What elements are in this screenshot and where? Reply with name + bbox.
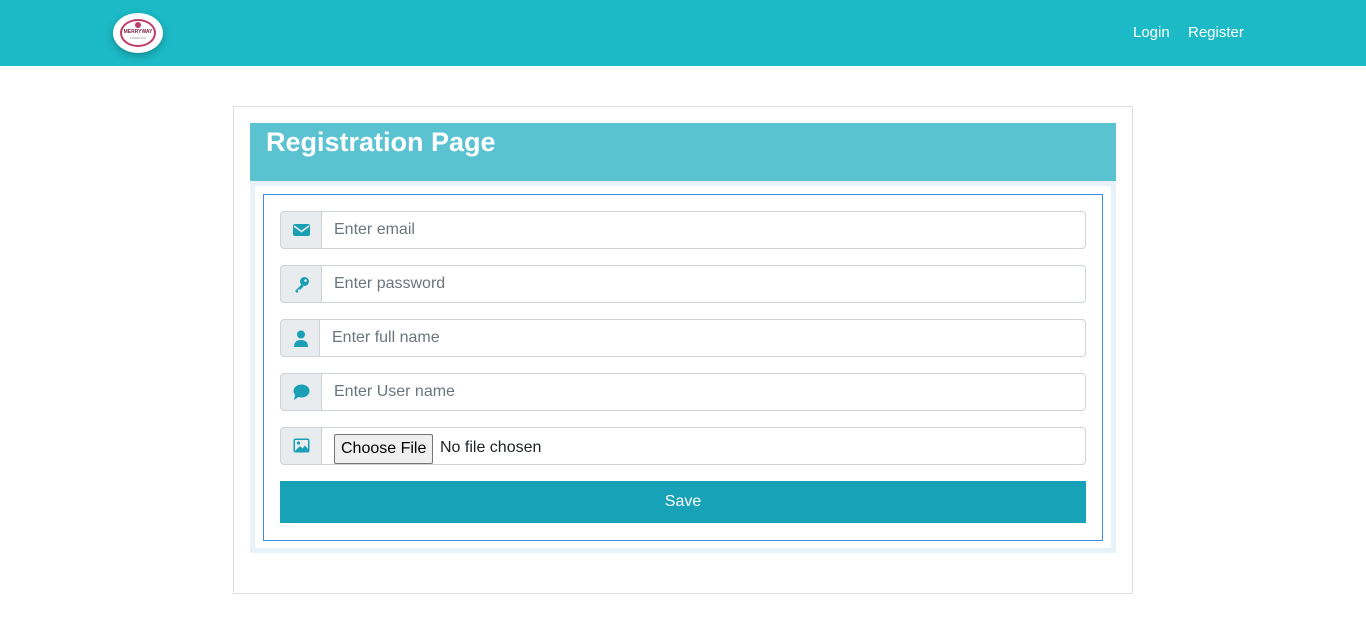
username-field[interactable] <box>321 373 1086 411</box>
save-button[interactable]: Save <box>280 481 1086 523</box>
comment-icon <box>280 373 322 411</box>
username-input-group <box>280 373 1086 411</box>
envelope-icon <box>280 211 322 249</box>
key-icon <box>280 265 322 303</box>
user-icon <box>280 319 320 357</box>
choose-file-button[interactable]: Choose File <box>334 434 434 464</box>
logo-flower-icon <box>135 22 141 28</box>
nav-register-link[interactable]: Register <box>1188 24 1244 42</box>
password-field[interactable] <box>321 265 1086 303</box>
email-field[interactable] <box>321 211 1086 249</box>
full-name-input-group <box>280 319 1086 357</box>
logo-subtext: FASHIONS <box>130 36 146 40</box>
file-input[interactable]: Choose File No file chosen <box>321 427 1086 465</box>
password-input-group <box>280 265 1086 303</box>
page-title: Registration Page <box>266 127 496 157</box>
brand-logo[interactable]: MERRYWAY FASHIONS <box>113 13 163 53</box>
full-name-field[interactable] <box>319 319 1086 357</box>
avatar-input-group: Choose File No file chosen <box>280 427 1086 465</box>
card-header: Registration Page <box>250 123 1116 181</box>
file-status-text: No file chosen <box>440 439 542 456</box>
navbar: MERRYWAY FASHIONS Login Register <box>0 0 1366 66</box>
image-icon <box>280 427 322 465</box>
logo-text: MERRYWAY <box>123 29 153 35</box>
email-input-group <box>280 211 1086 249</box>
nav-login-link[interactable]: Login <box>1133 24 1170 42</box>
